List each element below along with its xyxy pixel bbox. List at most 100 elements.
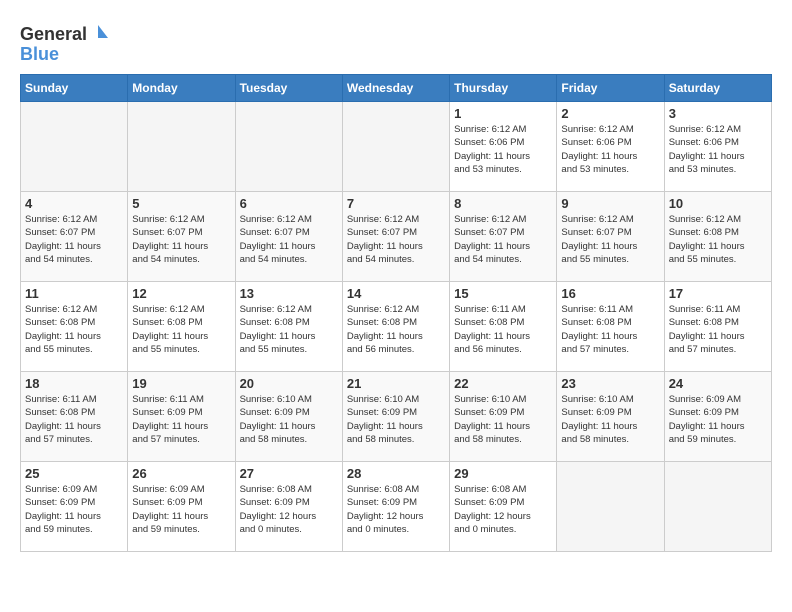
calendar-cell: 12 Sunrise: 6:12 AM Sunset: 6:08 PM Dayli… [128,282,235,372]
day-info: Sunrise: 6:11 AM Sunset: 6:08 PM Dayligh… [454,303,552,356]
day-info: Sunrise: 6:12 AM Sunset: 6:07 PM Dayligh… [454,213,552,266]
day-info: Sunrise: 6:11 AM Sunset: 6:08 PM Dayligh… [25,393,123,446]
calendar-cell: 16 Sunrise: 6:11 AM Sunset: 6:08 PM Dayli… [557,282,664,372]
calendar-cell: 1 Sunrise: 6:12 AM Sunset: 6:06 PM Daylig… [450,102,557,192]
calendar-week-row: 18 Sunrise: 6:11 AM Sunset: 6:08 PM Dayli… [21,372,772,462]
logo-svg: GeneralBlue [20,20,110,64]
day-number: 26 [132,466,230,481]
day-info: Sunrise: 6:12 AM Sunset: 6:08 PM Dayligh… [132,303,230,356]
day-info: Sunrise: 6:11 AM Sunset: 6:08 PM Dayligh… [561,303,659,356]
day-number: 27 [240,466,338,481]
day-info: Sunrise: 6:08 AM Sunset: 6:09 PM Dayligh… [240,483,338,536]
weekday-header-wednesday: Wednesday [342,75,449,102]
calendar-cell: 9 Sunrise: 6:12 AM Sunset: 6:07 PM Daylig… [557,192,664,282]
calendar-cell: 5Sunrise: 6:12 AM Sunset: 6:07 PM Daylig… [128,192,235,282]
day-info: Sunrise: 6:12 AM Sunset: 6:07 PM Dayligh… [561,213,659,266]
calendar-cell: 10 Sunrise: 6:12 AM Sunset: 6:08 PM Dayli… [664,192,771,282]
calendar-cell: 6Sunrise: 6:12 AM Sunset: 6:07 PM Daylig… [235,192,342,282]
calendar-week-row: 1 Sunrise: 6:12 AM Sunset: 6:06 PM Daylig… [21,102,772,192]
day-info: Sunrise: 6:12 AM Sunset: 6:08 PM Dayligh… [240,303,338,356]
calendar-cell: 22 Sunrise: 6:10 AM Sunset: 6:09 PM Dayli… [450,372,557,462]
calendar-cell: 26 Sunrise: 6:09 AM Sunset: 6:09 PM Dayli… [128,462,235,552]
calendar-cell: 11 Sunrise: 6:12 AM Sunset: 6:08 PM Dayli… [21,282,128,372]
weekday-header-friday: Friday [557,75,664,102]
day-info: Sunrise: 6:10 AM Sunset: 6:09 PM Dayligh… [454,393,552,446]
day-number: 18 [25,376,123,391]
day-info: Sunrise: 6:12 AM Sunset: 6:06 PM Dayligh… [561,123,659,176]
calendar-cell [235,102,342,192]
day-info: Sunrise: 6:12 AM Sunset: 6:07 PM Dayligh… [25,213,123,266]
calendar-cell [128,102,235,192]
day-number: 11 [25,286,123,301]
day-info: Sunrise: 6:10 AM Sunset: 6:09 PM Dayligh… [347,393,445,446]
day-number: 9 [561,196,659,211]
calendar-cell [21,102,128,192]
day-info: Sunrise: 6:10 AM Sunset: 6:09 PM Dayligh… [240,393,338,446]
calendar-cell: 23Sunrise: 6:10 AM Sunset: 6:09 PM Dayli… [557,372,664,462]
calendar-week-row: 4 Sunrise: 6:12 AM Sunset: 6:07 PM Daylig… [21,192,772,282]
day-info: Sunrise: 6:12 AM Sunset: 6:06 PM Dayligh… [669,123,767,176]
day-info: Sunrise: 6:12 AM Sunset: 6:08 PM Dayligh… [347,303,445,356]
day-info: Sunrise: 6:12 AM Sunset: 6:07 PM Dayligh… [347,213,445,266]
day-info: Sunrise: 6:09 AM Sunset: 6:09 PM Dayligh… [25,483,123,536]
day-number: 25 [25,466,123,481]
calendar-cell [342,102,449,192]
calendar-cell [664,462,771,552]
day-number: 21 [347,376,445,391]
svg-text:Blue: Blue [20,44,59,64]
page-header: GeneralBlue [20,20,772,64]
weekday-header-thursday: Thursday [450,75,557,102]
day-number: 15 [454,286,552,301]
day-number: 22 [454,376,552,391]
calendar-week-row: 11 Sunrise: 6:12 AM Sunset: 6:08 PM Dayli… [21,282,772,372]
svg-text:General: General [20,24,87,44]
calendar-week-row: 25 Sunrise: 6:09 AM Sunset: 6:09 PM Dayli… [21,462,772,552]
day-number: 28 [347,466,445,481]
day-info: Sunrise: 6:10 AM Sunset: 6:09 PM Dayligh… [561,393,659,446]
day-number: 5 [132,196,230,211]
calendar-cell: 4 Sunrise: 6:12 AM Sunset: 6:07 PM Daylig… [21,192,128,282]
logo: GeneralBlue [20,20,110,64]
calendar-cell: 8Sunrise: 6:12 AM Sunset: 6:07 PM Daylig… [450,192,557,282]
calendar-cell: 28 Sunrise: 6:08 AM Sunset: 6:09 PM Dayli… [342,462,449,552]
day-info: Sunrise: 6:12 AM Sunset: 6:08 PM Dayligh… [669,213,767,266]
day-number: 4 [25,196,123,211]
day-number: 29 [454,466,552,481]
calendar-cell: 15 Sunrise: 6:11 AM Sunset: 6:08 PM Dayli… [450,282,557,372]
day-number: 2 [561,106,659,121]
day-info: Sunrise: 6:11 AM Sunset: 6:09 PM Dayligh… [132,393,230,446]
day-number: 13 [240,286,338,301]
calendar-cell: 3 Sunrise: 6:12 AM Sunset: 6:06 PM Daylig… [664,102,771,192]
calendar-table: SundayMondayTuesdayWednesdayThursdayFrid… [20,74,772,552]
day-info: Sunrise: 6:09 AM Sunset: 6:09 PM Dayligh… [669,393,767,446]
day-number: 19 [132,376,230,391]
calendar-cell: 14 Sunrise: 6:12 AM Sunset: 6:08 PM Dayli… [342,282,449,372]
day-number: 20 [240,376,338,391]
day-number: 7 [347,196,445,211]
calendar-cell: 20 Sunrise: 6:10 AM Sunset: 6:09 PM Dayli… [235,372,342,462]
day-info: Sunrise: 6:11 AM Sunset: 6:08 PM Dayligh… [669,303,767,356]
calendar-cell: 27 Sunrise: 6:08 AM Sunset: 6:09 PM Dayli… [235,462,342,552]
calendar-cell: 18 Sunrise: 6:11 AM Sunset: 6:08 PM Dayli… [21,372,128,462]
calendar-cell: 24 Sunrise: 6:09 AM Sunset: 6:09 PM Dayli… [664,372,771,462]
day-info: Sunrise: 6:12 AM Sunset: 6:08 PM Dayligh… [25,303,123,356]
day-number: 24 [669,376,767,391]
day-info: Sunrise: 6:12 AM Sunset: 6:06 PM Dayligh… [454,123,552,176]
day-number: 17 [669,286,767,301]
day-number: 10 [669,196,767,211]
day-number: 1 [454,106,552,121]
day-info: Sunrise: 6:09 AM Sunset: 6:09 PM Dayligh… [132,483,230,536]
calendar-cell [557,462,664,552]
calendar-cell: 13 Sunrise: 6:12 AM Sunset: 6:08 PM Dayli… [235,282,342,372]
day-number: 14 [347,286,445,301]
day-number: 12 [132,286,230,301]
weekday-header-tuesday: Tuesday [235,75,342,102]
weekday-header-sunday: Sunday [21,75,128,102]
day-number: 3 [669,106,767,121]
weekday-header-monday: Monday [128,75,235,102]
day-number: 6 [240,196,338,211]
day-info: Sunrise: 6:08 AM Sunset: 6:09 PM Dayligh… [347,483,445,536]
weekday-header-saturday: Saturday [664,75,771,102]
day-number: 16 [561,286,659,301]
day-info: Sunrise: 6:08 AM Sunset: 6:09 PM Dayligh… [454,483,552,536]
